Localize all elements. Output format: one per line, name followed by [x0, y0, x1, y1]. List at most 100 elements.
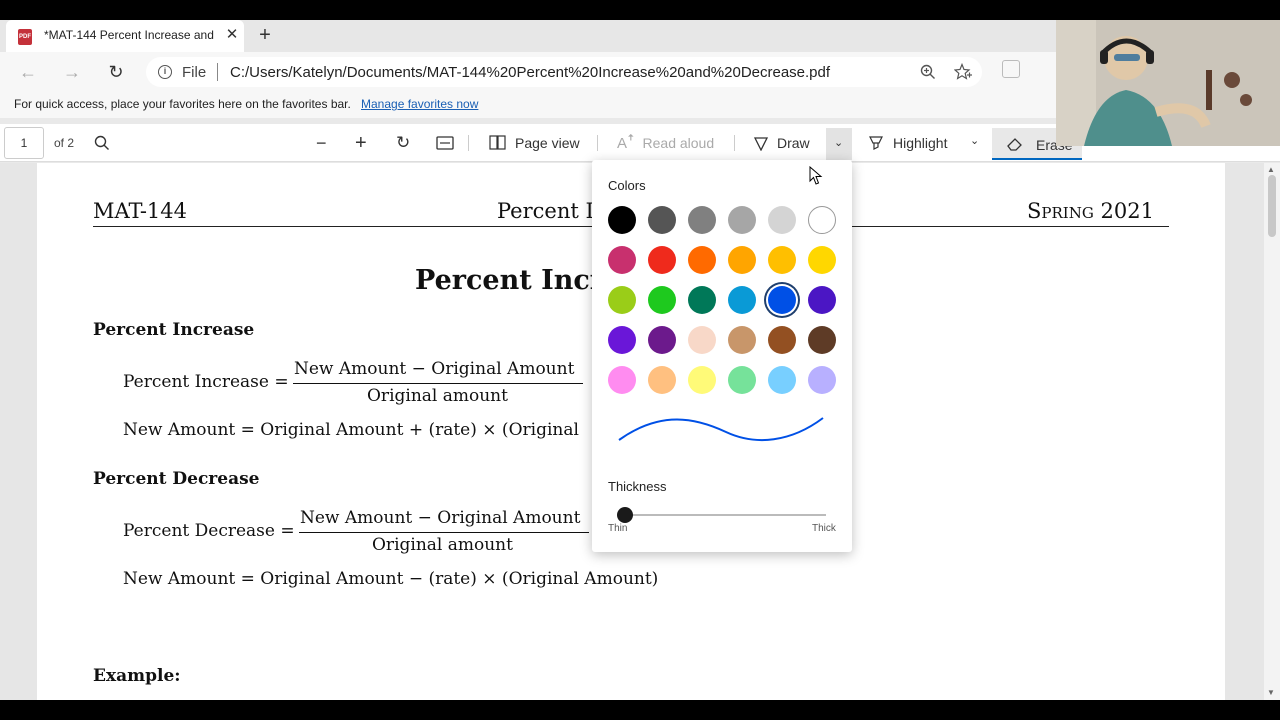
colors-label: Colors — [608, 178, 646, 193]
highlight-options-chevron-icon[interactable]: ⌄ — [970, 134, 979, 147]
color-swatch[interactable] — [728, 286, 756, 314]
new-tab-icon[interactable]: + — [254, 24, 276, 48]
color-swatch[interactable] — [768, 206, 796, 234]
thickness-max-label: Thick — [812, 523, 836, 534]
draw-color-popup: Colors Thickness Thin Thick — [592, 160, 852, 552]
fit-width-icon[interactable] — [436, 136, 454, 150]
color-swatch[interactable] — [728, 326, 756, 354]
color-swatch[interactable] — [608, 366, 636, 394]
address-scheme-label: File — [182, 64, 207, 81]
thickness-slider-track[interactable] — [618, 514, 826, 516]
draw-label: Draw — [777, 135, 810, 151]
browser-tab[interactable]: PDF *MAT-144 Percent Increase and Decrea… — [6, 20, 244, 52]
refresh-icon[interactable]: ↻ — [104, 60, 128, 84]
color-swatch[interactable] — [728, 206, 756, 234]
color-swatch[interactable] — [648, 246, 676, 274]
webcam-feed — [1056, 20, 1280, 146]
rotate-icon[interactable]: ↻ — [396, 133, 410, 153]
eraser-icon — [1007, 138, 1022, 151]
zoom-in-icon[interactable]: + — [355, 132, 367, 154]
back-arrow-icon[interactable]: ← — [16, 60, 40, 84]
toolbar-divider — [734, 135, 735, 151]
highlight-button[interactable]: Highlight — [867, 133, 947, 153]
vertical-scrollbar[interactable]: ▲ ▼ — [1264, 163, 1280, 700]
thickness-min-label: Thin — [608, 523, 628, 534]
color-swatch[interactable] — [608, 326, 636, 354]
zoom-icon[interactable] — [920, 64, 936, 80]
color-swatch[interactable] — [648, 366, 676, 394]
page-total: of 2 — [54, 136, 75, 150]
extension-icon[interactable] — [1002, 60, 1020, 78]
scroll-up-icon[interactable]: ▲ — [1267, 165, 1275, 174]
section-heading-decrease: Percent Decrease — [93, 469, 260, 489]
color-swatch[interactable] — [728, 366, 756, 394]
read-aloud-icon: Aꜛ — [617, 134, 635, 152]
draw-icon — [753, 137, 769, 151]
decrease-fraction-bar — [299, 532, 589, 533]
section-heading-example: Example: — [93, 666, 181, 686]
color-swatch[interactable] — [648, 326, 676, 354]
page-number-input[interactable]: 1 — [4, 127, 44, 159]
screen-bottom-border — [0, 700, 1280, 720]
color-swatch[interactable] — [608, 246, 636, 274]
zoom-out-icon[interactable]: − — [316, 133, 327, 153]
color-swatch[interactable] — [648, 286, 676, 314]
color-swatch[interactable] — [808, 326, 836, 354]
section-heading-increase: Percent Increase — [93, 320, 255, 340]
color-swatch[interactable] — [808, 206, 836, 234]
pdf-file-icon: PDF — [18, 29, 32, 45]
decrease-new-amount-formula: New Amount = Original Amount − (rate) × … — [123, 569, 659, 589]
document-title: Percent Incr — [415, 265, 605, 296]
webcam-overlay — [1056, 20, 1280, 146]
scroll-down-icon[interactable]: ▼ — [1267, 688, 1275, 697]
stroke-preview — [618, 417, 824, 442]
toolbar-divider — [468, 135, 469, 151]
highlight-label: Highlight — [893, 135, 948, 151]
draw-options-dropdown[interactable]: ⌄ — [826, 128, 852, 160]
color-swatch[interactable] — [768, 246, 796, 274]
thickness-slider-thumb[interactable] — [617, 507, 633, 523]
address-divider — [217, 63, 218, 81]
header-term: Spring 2021 — [1027, 199, 1154, 223]
draw-button[interactable]: Draw — [753, 133, 810, 153]
color-swatch[interactable] — [768, 326, 796, 354]
search-icon[interactable] — [94, 135, 110, 151]
close-tab-icon[interactable]: ✕ — [223, 26, 241, 44]
page-view-button[interactable]: Page view — [489, 133, 580, 153]
toolbar-divider — [597, 135, 598, 151]
color-swatch[interactable] — [768, 366, 796, 394]
info-icon[interactable]: i — [158, 65, 172, 79]
color-swatch[interactable] — [608, 206, 636, 234]
color-swatch[interactable] — [768, 286, 796, 314]
increase-new-amount-formula: New Amount = Original Amount + (rate) × … — [123, 420, 579, 440]
scrollbar-thumb[interactable] — [1268, 175, 1276, 237]
color-swatch[interactable] — [808, 246, 836, 274]
forward-arrow-icon[interactable]: → — [60, 60, 84, 84]
address-bar[interactable]: i File C:/Users/Katelyn/Documents/MAT-14… — [146, 57, 982, 87]
screen-top-border — [0, 0, 1280, 20]
color-swatch[interactable] — [688, 206, 716, 234]
manage-favorites-link[interactable]: Manage favorites now — [361, 97, 478, 111]
header-course: MAT-144 — [93, 199, 187, 223]
increase-fraction-bar — [293, 383, 583, 384]
color-swatch[interactable] — [608, 286, 636, 314]
color-swatch[interactable] — [728, 246, 756, 274]
address-url[interactable]: C:/Users/Katelyn/Documents/MAT-144%20Per… — [230, 64, 830, 81]
read-aloud-button[interactable]: Aꜛ Read aloud — [617, 133, 714, 153]
add-favorite-icon[interactable] — [954, 63, 972, 81]
increase-denominator: Original amount — [367, 386, 508, 406]
decrease-numerator: New Amount − Original Amount — [300, 508, 581, 528]
color-swatch[interactable] — [688, 286, 716, 314]
tab-title: *MAT-144 Percent Increase and Decrease — [44, 28, 216, 42]
color-swatch[interactable] — [688, 366, 716, 394]
decrease-formula-lhs: Percent Decrease = — [123, 521, 295, 541]
color-swatch[interactable] — [688, 326, 716, 354]
color-swatch[interactable] — [648, 206, 676, 234]
increase-formula-lhs: Percent Increase = — [123, 372, 289, 392]
color-swatch[interactable] — [688, 246, 716, 274]
color-swatch[interactable] — [808, 286, 836, 314]
color-swatch[interactable] — [808, 366, 836, 394]
increase-numerator: New Amount − Original Amount — [294, 359, 575, 379]
header-topic: Percent I — [497, 199, 594, 223]
highlight-icon — [869, 136, 883, 150]
